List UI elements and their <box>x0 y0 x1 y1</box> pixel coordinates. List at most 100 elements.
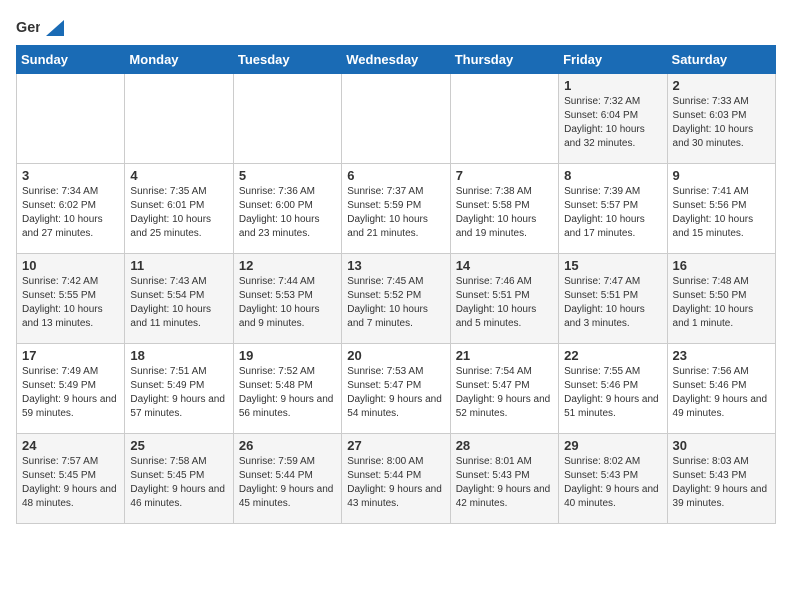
day-info: Sunrise: 7:52 AM Sunset: 5:48 PM Dayligh… <box>239 365 336 421</box>
calendar-week-row: 10 Sunrise: 7:42 AM Sunset: 5:55 PM Dayli… <box>17 254 776 344</box>
day-number: 5 <box>239 168 336 183</box>
day-number: 28 <box>456 438 553 453</box>
day-info: Sunrise: 7:35 AM Sunset: 6:01 PM Dayligh… <box>130 185 227 241</box>
calendar-day-1: 1 Sunrise: 7:32 AM Sunset: 6:04 PM Daylig… <box>559 74 667 164</box>
day-number: 14 <box>456 258 553 273</box>
day-number: 19 <box>239 348 336 363</box>
calendar-day-4: 4 Sunrise: 7:35 AM Sunset: 6:01 PM Daylig… <box>125 164 233 254</box>
calendar-day-29: 29 Sunrise: 8:02 AM Sunset: 5:43 PM Dayli… <box>559 434 667 524</box>
calendar-day-30: 30 Sunrise: 8:03 AM Sunset: 5:43 PM Dayli… <box>667 434 775 524</box>
calendar-week-row: 17Sunrise: 7:49 AM Sunset: 5:49 PM Dayli… <box>17 344 776 434</box>
day-number: 11 <box>130 258 227 273</box>
weekday-header-tuesday: Tuesday <box>233 46 341 74</box>
empty-day <box>342 74 450 164</box>
day-info: Sunrise: 7:49 AM Sunset: 5:49 PM Dayligh… <box>22 365 119 421</box>
day-info: Sunrise: 7:54 AM Sunset: 5:47 PM Dayligh… <box>456 365 553 421</box>
day-number: 20 <box>347 348 444 363</box>
day-info: Sunrise: 7:58 AM Sunset: 5:45 PM Dayligh… <box>130 455 227 511</box>
calendar-day-5: 5Sunrise: 7:36 AM Sunset: 6:00 PM Daylig… <box>233 164 341 254</box>
calendar-day-17: 17Sunrise: 7:49 AM Sunset: 5:49 PM Dayli… <box>17 344 125 434</box>
day-info: Sunrise: 7:32 AM Sunset: 6:04 PM Dayligh… <box>564 95 661 151</box>
calendar-day-12: 12 Sunrise: 7:44 AM Sunset: 5:53 PM Dayli… <box>233 254 341 344</box>
day-info: Sunrise: 7:44 AM Sunset: 5:53 PM Dayligh… <box>239 275 336 331</box>
day-info: Sunrise: 7:55 AM Sunset: 5:46 PM Dayligh… <box>564 365 661 421</box>
calendar-week-row: 3Sunrise: 7:34 AM Sunset: 6:02 PM Daylig… <box>17 164 776 254</box>
day-info: Sunrise: 7:41 AM Sunset: 5:56 PM Dayligh… <box>673 185 770 241</box>
calendar-day-28: 28 Sunrise: 8:01 AM Sunset: 5:43 PM Dayli… <box>450 434 558 524</box>
logo: General <box>16 16 66 37</box>
page-header: General <box>16 16 776 37</box>
day-number: 25 <box>130 438 227 453</box>
day-number: 7 <box>456 168 553 183</box>
calendar-day-24: 24 Sunrise: 7:57 AM Sunset: 5:45 PM Dayli… <box>17 434 125 524</box>
day-info: Sunrise: 7:33 AM Sunset: 6:03 PM Dayligh… <box>673 95 770 151</box>
day-number: 24 <box>22 438 119 453</box>
day-info: Sunrise: 7:43 AM Sunset: 5:54 PM Dayligh… <box>130 275 227 331</box>
day-info: Sunrise: 7:47 AM Sunset: 5:51 PM Dayligh… <box>564 275 661 331</box>
weekday-header-saturday: Saturday <box>667 46 775 74</box>
day-number: 3 <box>22 168 119 183</box>
day-info: Sunrise: 7:56 AM Sunset: 5:46 PM Dayligh… <box>673 365 770 421</box>
day-info: Sunrise: 8:01 AM Sunset: 5:43 PM Dayligh… <box>456 455 553 511</box>
calendar-day-8: 8 Sunrise: 7:39 AM Sunset: 5:57 PM Daylig… <box>559 164 667 254</box>
day-info: Sunrise: 8:02 AM Sunset: 5:43 PM Dayligh… <box>564 455 661 511</box>
calendar-day-11: 11 Sunrise: 7:43 AM Sunset: 5:54 PM Dayli… <box>125 254 233 344</box>
day-number: 23 <box>673 348 770 363</box>
calendar-day-6: 6Sunrise: 7:37 AM Sunset: 5:59 PM Daylig… <box>342 164 450 254</box>
weekday-header-friday: Friday <box>559 46 667 74</box>
day-number: 21 <box>456 348 553 363</box>
calendar-day-18: 18 Sunrise: 7:51 AM Sunset: 5:49 PM Dayli… <box>125 344 233 434</box>
empty-day <box>125 74 233 164</box>
day-number: 6 <box>347 168 444 183</box>
day-info: Sunrise: 7:39 AM Sunset: 5:57 PM Dayligh… <box>564 185 661 241</box>
day-number: 2 <box>673 78 770 93</box>
day-info: Sunrise: 7:57 AM Sunset: 5:45 PM Dayligh… <box>22 455 119 511</box>
calendar-day-15: 15 Sunrise: 7:47 AM Sunset: 5:51 PM Dayli… <box>559 254 667 344</box>
day-number: 1 <box>564 78 661 93</box>
day-number: 18 <box>130 348 227 363</box>
calendar-day-21: 21 Sunrise: 7:54 AM Sunset: 5:47 PM Dayli… <box>450 344 558 434</box>
calendar-day-23: 23 Sunrise: 7:56 AM Sunset: 5:46 PM Dayli… <box>667 344 775 434</box>
day-info: Sunrise: 7:38 AM Sunset: 5:58 PM Dayligh… <box>456 185 553 241</box>
calendar-day-3: 3Sunrise: 7:34 AM Sunset: 6:02 PM Daylig… <box>17 164 125 254</box>
day-info: Sunrise: 8:03 AM Sunset: 5:43 PM Dayligh… <box>673 455 770 511</box>
day-number: 29 <box>564 438 661 453</box>
day-number: 12 <box>239 258 336 273</box>
weekday-header-monday: Monday <box>125 46 233 74</box>
calendar-day-19: 19 Sunrise: 7:52 AM Sunset: 5:48 PM Dayli… <box>233 344 341 434</box>
day-number: 13 <box>347 258 444 273</box>
day-number: 8 <box>564 168 661 183</box>
calendar-week-row: 24 Sunrise: 7:57 AM Sunset: 5:45 PM Dayli… <box>17 434 776 524</box>
weekday-header-wednesday: Wednesday <box>342 46 450 74</box>
calendar-day-25: 25 Sunrise: 7:58 AM Sunset: 5:45 PM Dayli… <box>125 434 233 524</box>
day-info: Sunrise: 7:42 AM Sunset: 5:55 PM Dayligh… <box>22 275 119 331</box>
day-number: 4 <box>130 168 227 183</box>
day-number: 22 <box>564 348 661 363</box>
day-info: Sunrise: 7:51 AM Sunset: 5:49 PM Dayligh… <box>130 365 227 421</box>
day-number: 26 <box>239 438 336 453</box>
calendar-day-27: 27Sunrise: 8:00 AM Sunset: 5:44 PM Dayli… <box>342 434 450 524</box>
empty-day <box>17 74 125 164</box>
day-number: 30 <box>673 438 770 453</box>
day-number: 9 <box>673 168 770 183</box>
day-number: 16 <box>673 258 770 273</box>
day-info: Sunrise: 7:48 AM Sunset: 5:50 PM Dayligh… <box>673 275 770 331</box>
calendar-day-2: 2 Sunrise: 7:33 AM Sunset: 6:03 PM Daylig… <box>667 74 775 164</box>
day-number: 15 <box>564 258 661 273</box>
logo-triangle-icon <box>46 20 64 36</box>
calendar-week-row: 1 Sunrise: 7:32 AM Sunset: 6:04 PM Daylig… <box>17 74 776 164</box>
day-number: 10 <box>22 258 119 273</box>
day-number: 27 <box>347 438 444 453</box>
calendar-day-14: 14 Sunrise: 7:46 AM Sunset: 5:51 PM Dayli… <box>450 254 558 344</box>
calendar-day-22: 22 Sunrise: 7:55 AM Sunset: 5:46 PM Dayli… <box>559 344 667 434</box>
calendar-day-13: 13Sunrise: 7:45 AM Sunset: 5:52 PM Dayli… <box>342 254 450 344</box>
weekday-header-sunday: Sunday <box>17 46 125 74</box>
svg-text:General: General <box>16 19 40 35</box>
day-info: Sunrise: 7:46 AM Sunset: 5:51 PM Dayligh… <box>456 275 553 331</box>
logo-icon: General <box>16 17 40 37</box>
calendar-day-7: 7 Sunrise: 7:38 AM Sunset: 5:58 PM Daylig… <box>450 164 558 254</box>
calendar-day-26: 26Sunrise: 7:59 AM Sunset: 5:44 PM Dayli… <box>233 434 341 524</box>
empty-day <box>450 74 558 164</box>
day-info: Sunrise: 7:53 AM Sunset: 5:47 PM Dayligh… <box>347 365 444 421</box>
weekday-header-row: SundayMondayTuesdayWednesdayThursdayFrid… <box>17 46 776 74</box>
